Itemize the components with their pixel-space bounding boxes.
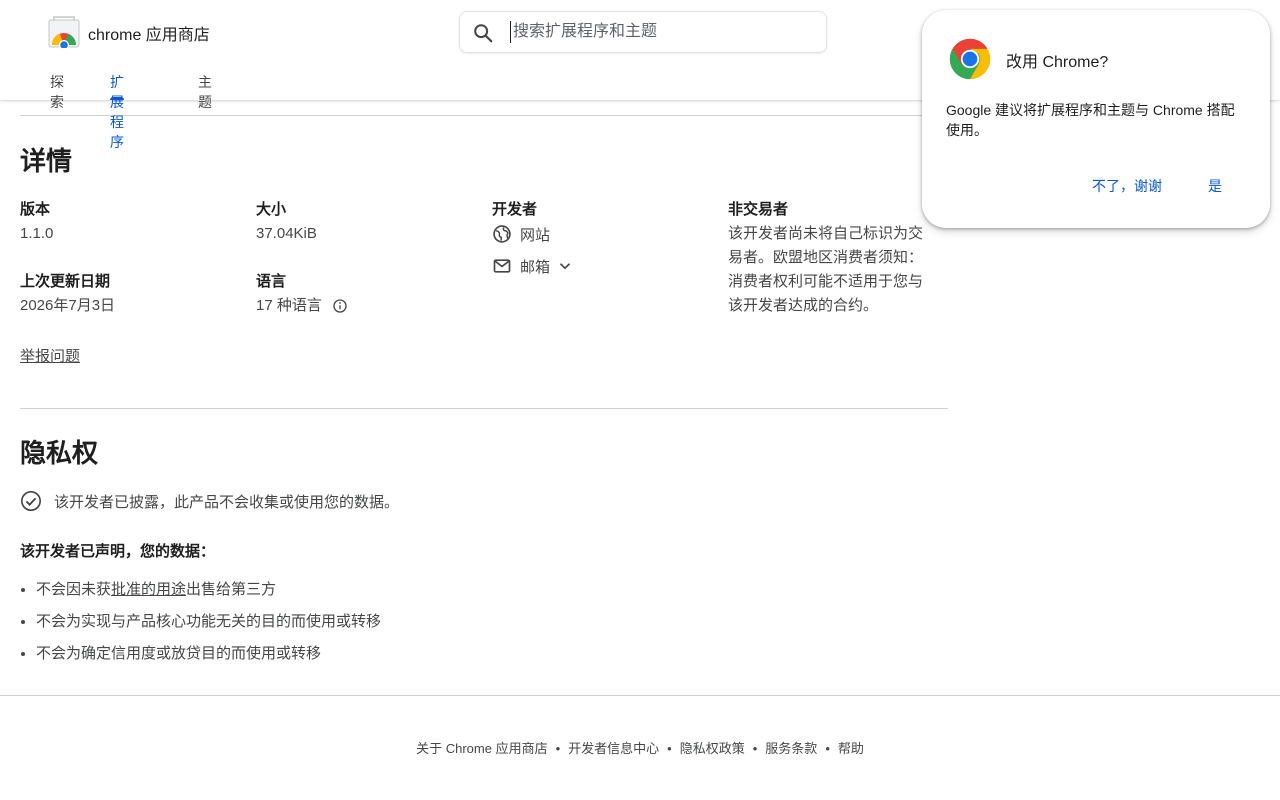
footer-separator: •	[825, 741, 830, 756]
report-issue-link[interactable]: 举报问题	[20, 345, 80, 366]
updated-label: 上次更新日期	[20, 273, 111, 290]
footer-divider	[0, 695, 1280, 696]
search-box[interactable]	[459, 11, 827, 53]
search-input[interactable]	[510, 21, 813, 43]
website-label[interactable]: 网站	[520, 224, 550, 245]
list-item: 不会为确定信用度或放贷目的而使用或转移	[36, 642, 381, 674]
privacy-disclosure: 该开发者已披露，此产品不会收集或使用您的数据。	[20, 490, 399, 512]
updated-block: 上次更新日期 2026年7月3日	[20, 270, 220, 318]
dialog-body: Google 建议将扩展程序和主题与 Chrome 搭配使用。	[946, 102, 1235, 138]
size-value: 37.04KiB	[256, 225, 317, 242]
dialog-title: 改用 Chrome?	[1006, 54, 1109, 71]
list-item: 不会为实现与产品核心功能无关的目的而使用或转移	[36, 610, 381, 642]
non-trader-block: 非交易者 该开发者尚未将自己标识为交易者。欧盟地区消费者须知：消费者权利可能不适…	[728, 198, 924, 318]
tab-themes[interactable]: 主题	[198, 72, 212, 110]
language-row: 17 种语言	[256, 294, 456, 318]
size-block: 大小 37.04KiB	[256, 198, 456, 246]
non-trader-label: 非交易者	[728, 201, 789, 218]
privacy-divider	[20, 408, 948, 409]
chrome-logo-icon	[949, 38, 991, 80]
chrome-web-store-logo-icon[interactable]	[48, 16, 80, 48]
switch-to-chrome-dialog: 改用 Chrome? Google 建议将扩展程序和主题与 Chrome 搭配使…	[922, 10, 1270, 228]
email-label[interactable]: 邮箱	[520, 256, 550, 277]
details-title: 详情	[20, 146, 73, 176]
updated-value: 2026年7月3日	[20, 297, 116, 314]
privacy-title: 隐私权	[20, 438, 99, 468]
privacy-disclosure-text: 该开发者已披露，此产品不会收集或使用您的数据。	[54, 493, 400, 511]
privacy-bullets: 不会因未获批准的用途出售给第三方 不会为实现与产品核心功能无关的目的而使用或转移…	[20, 578, 381, 674]
details-divider	[20, 115, 948, 116]
accept-button[interactable]: 是	[1208, 176, 1222, 196]
footer-separator: •	[667, 741, 672, 756]
approved-uses-link[interactable]: 批准的用途	[111, 581, 186, 598]
developer-email-link[interactable]: 邮箱	[492, 254, 692, 278]
footer-link-about[interactable]: 关于 Chrome 应用商店	[416, 741, 547, 756]
footer-link-dev-dashboard[interactable]: 开发者信息中心	[568, 741, 659, 756]
tab-discover[interactable]: 探索	[50, 72, 64, 110]
check-circle-icon	[21, 491, 41, 511]
language-value: 17 种语言	[256, 297, 322, 314]
non-trader-text: 该开发者尚未将自己标识为交易者。欧盟地区消费者须知：消费者权利可能不适用于您与该…	[728, 225, 924, 314]
version-block: 版本 1.1.0	[20, 198, 220, 246]
footer-link-terms[interactable]: 服务条款	[765, 741, 817, 756]
tab-extensions[interactable]: 扩展程序	[110, 72, 124, 150]
bullet-text: 不会因未获	[36, 581, 112, 598]
developer-block: 开发者 网站 邮箱	[492, 198, 692, 278]
size-label: 大小	[256, 201, 287, 218]
footer-separator: •	[752, 741, 758, 756]
developer-website-link[interactable]: 网站	[492, 222, 692, 246]
footer: 关于 Chrome 应用商店 • 开发者信息中心 • 隐私权政策 • 服务条款 • 帮助	[0, 738, 1280, 757]
store-name[interactable]: chrome 应用商店	[88, 21, 210, 45]
bullet-text: 出售给第三方	[186, 581, 277, 598]
footer-link-privacy[interactable]: 隐私权政策	[680, 741, 745, 756]
search-icon[interactable]	[472, 22, 494, 44]
globe-icon	[493, 225, 511, 243]
list-item: 不会因未获批准的用途出售给第三方	[36, 578, 381, 610]
language-block: 语言 17 种语言	[256, 270, 456, 318]
info-icon[interactable]	[332, 298, 348, 314]
decline-button[interactable]: 不了，谢谢	[1092, 176, 1162, 196]
declared-heading: 该开发者已声明，您的数据：	[20, 543, 216, 560]
chevron-down-icon[interactable]	[556, 257, 574, 275]
mail-icon	[493, 259, 511, 273]
footer-separator: •	[555, 741, 561, 756]
version-value: 1.1.0	[20, 225, 54, 242]
version-label: 版本	[20, 201, 51, 218]
language-label: 语言	[256, 273, 287, 290]
developer-label: 开发者	[492, 201, 538, 218]
footer-link-help[interactable]: 帮助	[838, 741, 864, 756]
